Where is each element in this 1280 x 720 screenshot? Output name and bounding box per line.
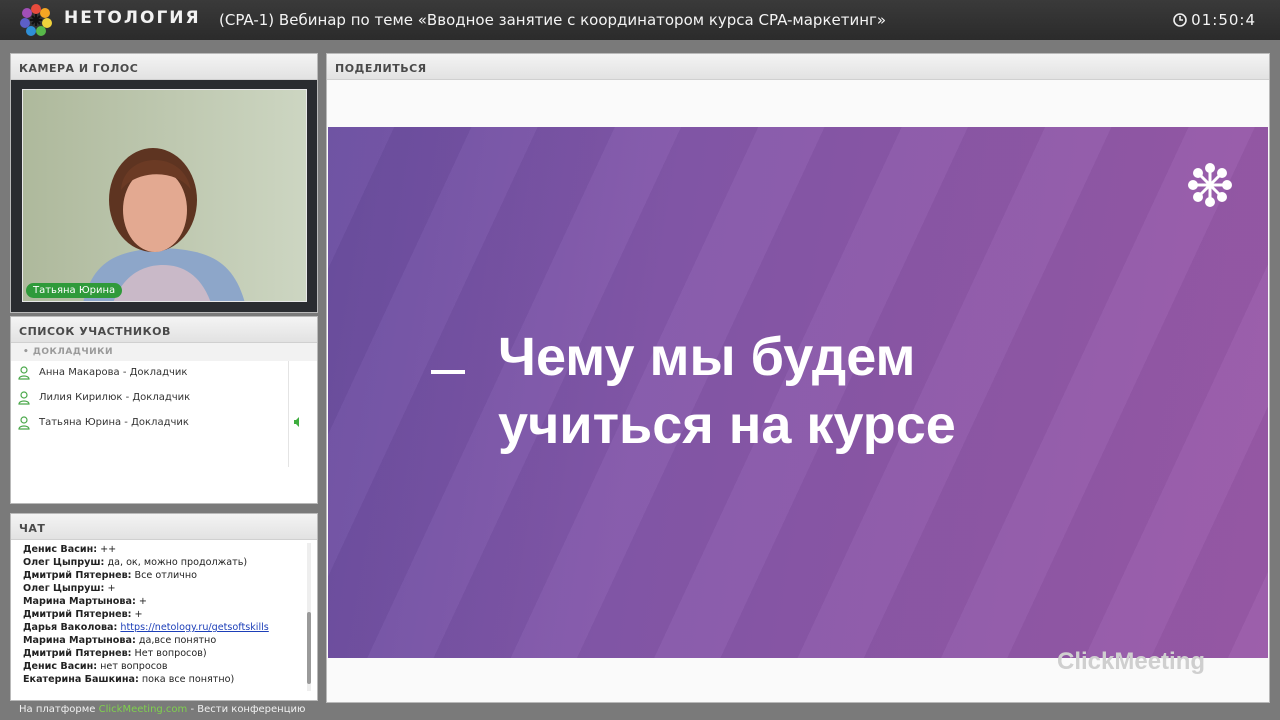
camera-panel-heading: КАМЕРА И ГОЛОС — [11, 54, 317, 80]
speaker-active-icon — [294, 417, 299, 427]
participants-panel-heading: СПИСОК УЧАСТНИКОВ — [11, 317, 317, 343]
participant-row[interactable]: Лилия Кирилюк - Докладчик — [11, 386, 317, 411]
chat-message: Денис Васин: нет вопросов — [23, 660, 303, 673]
chat-message: Олег Цыпруш: да, ок, можно продолжать) — [23, 556, 303, 569]
participants-panel: СПИСОК УЧАСТНИКОВ • ДОКЛАДЧИКИ Анна Мака… — [10, 316, 318, 504]
chat-message: Дмитрий Пятернев: Все отлично — [23, 569, 303, 582]
clickmeeting-watermark: ClickMeeting — [1057, 648, 1206, 675]
user-icon — [18, 416, 30, 430]
chat-text: + — [135, 596, 147, 607]
chat-author: Денис Васин: — [23, 661, 98, 672]
chat-author: Дарья Ваколова: — [23, 622, 118, 633]
chat-author: Денис Васин: — [23, 544, 98, 555]
share-panel: ПОДЕЛИТЬСЯ Чему мы будем учиться на курс… — [326, 53, 1270, 703]
presenter-video-image — [23, 90, 306, 301]
brand-name: НЕТОЛОГИЯ — [64, 8, 201, 28]
slide-dash — [431, 370, 465, 374]
chat-text: да, ок, можно продолжать) — [104, 557, 248, 568]
chat-message: Денис Васин: ++ — [23, 543, 303, 556]
chat-scrollbar-thumb[interactable] — [307, 612, 311, 684]
camera-panel: КАМЕРА И ГОЛОС Татьяна Юрина — [10, 53, 318, 313]
chat-author: Дмитрий Пятернев: — [23, 609, 132, 620]
chat-author: Олег Цыпруш: — [23, 557, 105, 568]
chat-author: Екатерина Башкина: — [23, 674, 139, 685]
slide-heading-line2: учиться на курсе — [498, 395, 956, 455]
footer-text: На платформе ClickMeeting.com - Вести ко… — [19, 704, 305, 715]
chat-author: Марина Мартынова: — [23, 596, 136, 607]
footer-prefix: На платформе — [19, 704, 99, 715]
presenter-name-tag: Татьяна Юрина — [26, 283, 123, 298]
session-timer: 01:50:4 — [1191, 11, 1256, 29]
chat-panel: ЧАТ Денис Васин: ++ Олег Цыпруш: да, ок,… — [10, 513, 318, 701]
chat-message-list: Денис Васин: ++ Олег Цыпруш: да, ок, мож… — [23, 543, 303, 686]
user-icon — [18, 366, 30, 380]
netology-logo-icon — [20, 4, 52, 36]
speakers-group-label[interactable]: • ДОКЛАДЧИКИ — [11, 343, 317, 361]
chat-panel-heading: ЧАТ — [11, 514, 317, 540]
user-icon — [18, 391, 30, 405]
participants-scrollbar[interactable] — [288, 361, 289, 467]
presenter-video[interactable] — [22, 89, 307, 302]
platform-link[interactable]: ClickMeeting.com — [99, 704, 188, 715]
chat-message: Дарья Ваколова: https://netology.ru/gets… — [23, 621, 303, 634]
slide-heading-line1: Чему мы будем — [498, 327, 916, 387]
participant-name: Анна Макарова - Докладчик — [39, 367, 188, 378]
chat-message: Дмитрий Пятернев: Нет вопросов) — [23, 647, 303, 660]
netology-slide-logo-icon — [1188, 163, 1232, 207]
participant-name: Татьяна Юрина - Докладчик — [39, 417, 189, 428]
top-bar: НЕТОЛОГИЯ (CPA-1) Вебинар по теме «Вводн… — [0, 0, 1280, 40]
speakers-group-text: ДОКЛАДЧИКИ — [32, 347, 114, 357]
webinar-title: (CPA-1) Вебинар по теме «Вводное занятие… — [219, 11, 887, 29]
share-panel-heading: ПОДЕЛИТЬСЯ — [327, 54, 1269, 80]
chat-text: + — [104, 583, 116, 594]
footer-suffix: - Вести конференцию — [187, 704, 306, 715]
chat-text: Нет вопросов) — [131, 648, 207, 659]
chat-author: Марина Мартынова: — [23, 635, 136, 646]
chat-text: Все отлично — [131, 570, 197, 581]
chat-message: Екатерина Башкина: пока все понятно) — [23, 673, 303, 686]
chat-author: Дмитрий Пятернев: — [23, 648, 132, 659]
clock-icon — [1173, 13, 1187, 27]
participant-row[interactable]: Анна Макарова - Докладчик — [11, 361, 317, 386]
chat-author: Олег Цыпруш: — [23, 583, 105, 594]
chat-text: да,все понятно — [135, 635, 217, 646]
chat-text: нет вопросов — [97, 661, 168, 672]
chat-message: Марина Мартынова: + — [23, 595, 303, 608]
chat-text: + — [131, 609, 143, 620]
presentation-slide[interactable]: Чему мы будем учиться на курсе — [328, 127, 1268, 658]
chat-message: Дмитрий Пятернев: + — [23, 608, 303, 621]
chat-text: пока все понятно) — [138, 674, 235, 685]
chat-message: Олег Цыпруш: + — [23, 582, 303, 595]
group-bullet-icon: • — [23, 347, 33, 357]
chat-text: ++ — [97, 544, 117, 555]
chat-author: Дмитрий Пятернев: — [23, 570, 132, 581]
participant-name: Лилия Кирилюк - Докладчик — [39, 392, 191, 403]
chat-link[interactable]: https://netology.ru/getsoftskills — [120, 622, 268, 633]
participant-row[interactable]: Татьяна Юрина - Докладчик — [11, 411, 317, 436]
camera-frame: Татьяна Юрина — [11, 80, 317, 312]
chat-message: Марина Мартынова: да,все понятно — [23, 634, 303, 647]
slide-heading: Чему мы будем учиться на курсе — [498, 323, 956, 459]
